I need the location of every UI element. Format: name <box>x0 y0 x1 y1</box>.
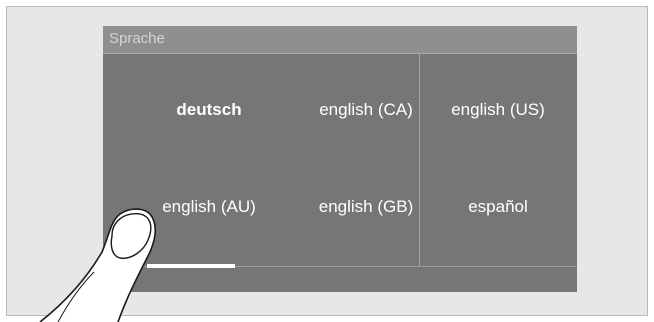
device-panel: Sprache deutsch english (CA) english (US… <box>6 6 648 316</box>
language-option-english-au[interactable]: english (AU) <box>131 187 287 227</box>
column-divider <box>419 54 420 266</box>
header-bar: Sprache <box>103 26 577 53</box>
header-divider <box>103 53 577 54</box>
language-screen: Sprache deutsch english (CA) english (US… <box>103 26 577 292</box>
language-option-espanol[interactable]: español <box>420 187 576 227</box>
scroll-indicator <box>147 264 235 268</box>
page-title: Sprache <box>109 30 165 47</box>
language-option-deutsch[interactable]: deutsch <box>131 90 287 130</box>
language-option-english-us[interactable]: english (US) <box>420 90 576 130</box>
